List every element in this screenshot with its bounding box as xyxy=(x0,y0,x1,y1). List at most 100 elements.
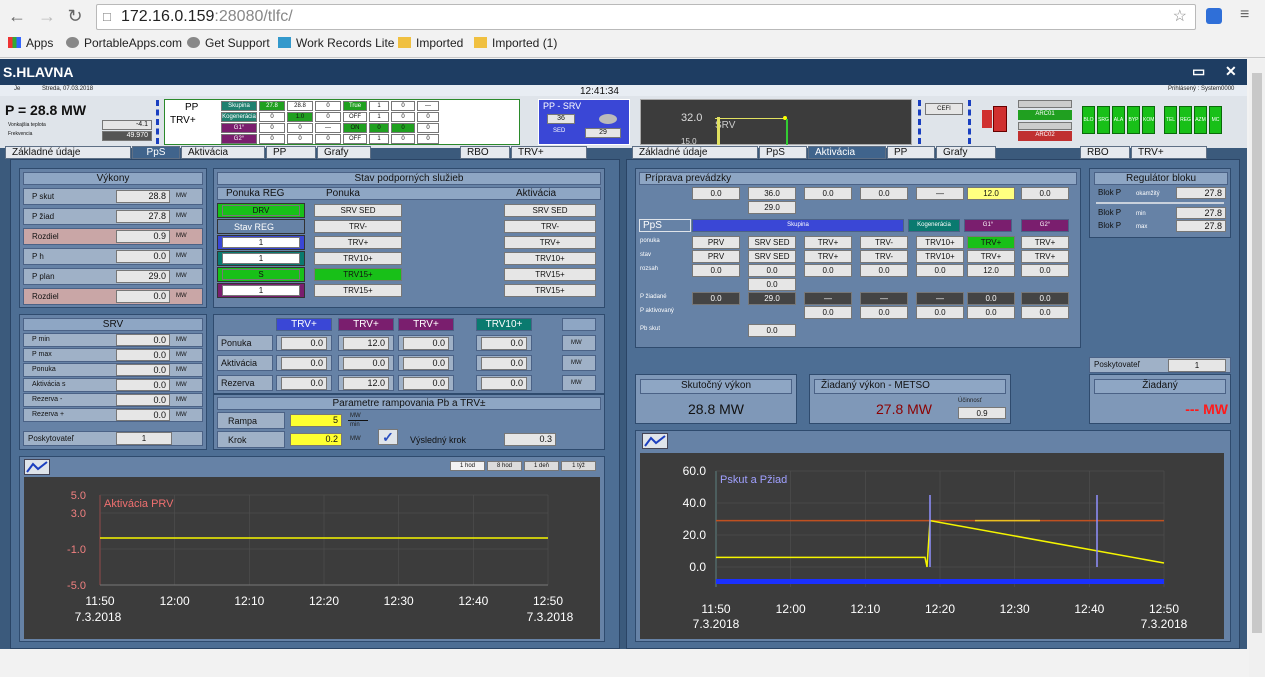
ziadany-box: Žiadaný --- MW xyxy=(1089,374,1231,424)
tab-rbo[interactable]: RBO xyxy=(1080,146,1130,159)
trv-value: 0.0 xyxy=(481,337,527,350)
y-tick-label: -1.0 xyxy=(67,544,86,556)
tab-trv-plus[interactable]: TRV+ xyxy=(511,146,587,159)
cefi-button[interactable]: CEFI xyxy=(925,103,963,115)
unit-label: MW xyxy=(176,367,187,373)
trv-cell: 0.0 xyxy=(276,355,332,371)
regulator-sublabel: min xyxy=(1136,211,1146,217)
bookmark-get-support[interactable]: Get Support xyxy=(187,36,270,50)
tab-trv-plus[interactable]: TRV+ xyxy=(1131,146,1207,159)
vykony-row: Rozdiel 0.9 MW xyxy=(23,228,203,245)
x-tick-label: 12:30 xyxy=(1000,602,1030,616)
left-panel: Výkony P skut 28.8 MW P žiad 27.8 MW Rozdiel 0.… xyxy=(10,159,620,649)
aktivacia-value: TRV- xyxy=(504,220,596,233)
ponuka-value: SRV SED xyxy=(314,204,402,217)
tab-pp[interactable]: PP xyxy=(887,146,935,159)
tab-pps[interactable]: PpS xyxy=(132,146,180,159)
chart-range-button[interactable]: 1 deň xyxy=(524,461,559,471)
unit-label: MW xyxy=(176,273,187,279)
scrollbar[interactable] xyxy=(1249,59,1265,677)
url-host: 172.16.0.159 xyxy=(121,8,215,25)
bookmark-imported-1[interactable]: Imported (1) xyxy=(474,36,557,50)
header-strip: P = 28.8 MW Vonkajšia teplota Frekvencia… xyxy=(0,96,1247,148)
chart-range-button[interactable]: 1 hod xyxy=(450,461,485,471)
tab-zakladne-udaje[interactable]: Základné údaje xyxy=(632,146,758,159)
x-tick-label: 12:20 xyxy=(309,594,339,608)
reload-icon[interactable]: ↻ xyxy=(64,6,86,27)
unit-label: MW xyxy=(571,360,582,366)
address-bar[interactable]: □ 172.16.0.159:28080/tlfc/ ☆ xyxy=(96,4,1196,30)
priprava-p-ziad: — xyxy=(860,292,908,305)
chart-range-button[interactable]: 8 hod xyxy=(487,461,522,471)
unit-label: MW xyxy=(350,436,361,442)
alarm-indicator xyxy=(982,110,992,128)
scada-app: S.HLAVNA ▭ ✕ Je Streda, 07.03.2018 Prihl… xyxy=(0,59,1247,649)
right-chart: 60.0 40.0 20.0 0.0 11:50 12:00 12:10 12:20 12:30… xyxy=(640,453,1224,639)
y-tick-label: 3.0 xyxy=(71,508,86,520)
unit-label: MW xyxy=(176,213,187,219)
priprava-pb-skut: 0.0 xyxy=(748,324,796,337)
bookmark-label: Apps xyxy=(26,36,54,50)
trend-icon[interactable] xyxy=(642,433,668,449)
trend-icon[interactable] xyxy=(24,459,50,475)
tab-pps[interactable]: PpS xyxy=(759,146,807,159)
priprava-top-value: 0.0 xyxy=(1021,187,1069,200)
bookmark-work-records[interactable]: Work Records Lite xyxy=(278,36,394,50)
krok-input[interactable]: 0.2 xyxy=(290,433,342,446)
menu-icon[interactable]: ≡ xyxy=(1240,6,1249,24)
bookmark-imported[interactable]: Imported xyxy=(398,36,463,50)
ponuka-value: TRV15+ xyxy=(314,268,402,281)
ziadany-title: Žiadaný xyxy=(1094,379,1226,394)
tab-aktivacia[interactable]: Aktivácia xyxy=(181,146,265,159)
tab-rbo[interactable]: RBO xyxy=(460,146,510,159)
srv-title: SRV xyxy=(23,318,203,331)
checkbox-icon[interactable]: ✓ xyxy=(378,429,398,445)
unit-label: MW xyxy=(176,253,187,259)
sed-label: SED xyxy=(553,128,566,134)
priprava-stav: TRV10+ xyxy=(916,250,964,263)
browser-chrome: ← → ↻ □ 172.16.0.159:28080/tlfc/ ☆ ≡ App… xyxy=(0,0,1265,58)
tab-grafy[interactable]: Grafy xyxy=(317,146,371,159)
tab-aktivacia[interactable]: Aktivácia xyxy=(808,146,886,159)
mini-chart-value: 32.0 xyxy=(681,112,703,124)
header-table-cell: True xyxy=(343,101,367,111)
vykony-title: Výkony xyxy=(23,172,203,185)
close-icon[interactable]: ✕ xyxy=(1225,63,1237,80)
priprava-p-akt: 0.0 xyxy=(1021,306,1069,319)
separator xyxy=(156,100,159,144)
series-band xyxy=(716,579,1164,584)
ponuka-reg-value: 1 xyxy=(222,285,300,296)
forward-icon[interactable]: → xyxy=(36,6,58,27)
chart-range-button[interactable]: 1 týž xyxy=(561,461,596,471)
tab-pp[interactable]: PP xyxy=(266,146,316,159)
priprava-box: Príprava prevádzky 0.0 36.0 0.0 0.0—12.0 0.0… xyxy=(635,168,1081,348)
rampa-input[interactable]: 5 xyxy=(290,414,342,427)
bookmark-apps[interactable]: Apps xyxy=(8,36,53,50)
info-left: Je xyxy=(14,86,21,92)
status-indicator: REG xyxy=(1179,106,1192,134)
right-tabbar: Základné údaje PpS Aktivácia PP Grafy RB… xyxy=(630,146,1247,159)
priprava-p-akt: 0.0 xyxy=(967,306,1015,319)
scrollbar-thumb[interactable] xyxy=(1252,73,1262,633)
priprava-stav: TRV- xyxy=(860,250,908,263)
header-table-cell: 0 xyxy=(369,123,389,133)
star-icon[interactable]: ☆ xyxy=(1173,5,1187,29)
trv-row-label: Ponuka xyxy=(217,335,273,351)
trv-value: 0.0 xyxy=(403,337,449,350)
back-icon[interactable]: ← xyxy=(6,6,28,27)
srv-label: P min xyxy=(32,336,50,343)
right-chart-svg: 60.0 40.0 20.0 0.0 11:50 12:00 12:10 12:20 12:30… xyxy=(683,464,1188,631)
extension-icon[interactable] xyxy=(1206,8,1222,24)
tab-zakladne-udaje[interactable]: Základné údaje xyxy=(5,146,131,159)
status-indicator: BLO xyxy=(1082,106,1095,134)
trv-label: Rezerva xyxy=(221,378,255,388)
vykony-label: P skut xyxy=(32,192,55,201)
tab-grafy[interactable]: Grafy xyxy=(936,146,996,159)
priprava-p-ziad: — xyxy=(804,292,852,305)
maximize-icon[interactable]: ▭ xyxy=(1192,63,1205,80)
col-label: Ponuka REG xyxy=(226,188,285,199)
ponuka-reg-cell: 1 xyxy=(217,235,305,250)
priprava-p-akt: 0.0 xyxy=(860,306,908,319)
unit-label: MW xyxy=(571,380,582,386)
bookmark-portableapps[interactable]: PortableApps.com xyxy=(66,36,182,50)
